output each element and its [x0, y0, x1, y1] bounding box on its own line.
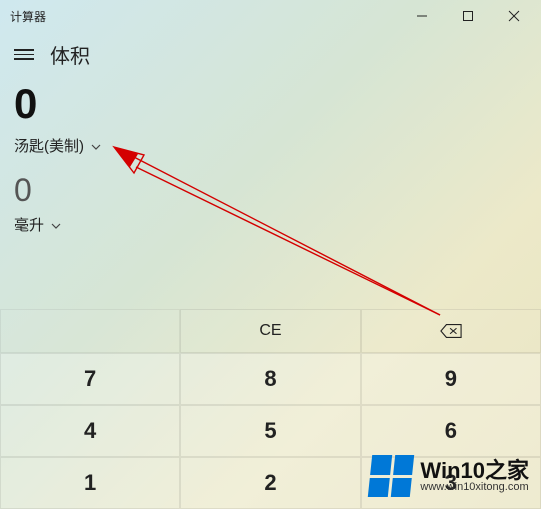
- maximize-button[interactable]: [445, 0, 491, 32]
- backspace-button[interactable]: [361, 309, 541, 353]
- key-1[interactable]: 1: [0, 457, 180, 509]
- maximize-icon: [462, 10, 474, 22]
- minimize-button[interactable]: [399, 0, 445, 32]
- minimize-icon: [416, 10, 428, 22]
- backspace-icon: [440, 323, 462, 339]
- key-6[interactable]: 6: [361, 405, 541, 457]
- output-unit-select[interactable]: 毫升: [14, 214, 62, 235]
- input-value[interactable]: 0: [14, 83, 527, 125]
- key-5[interactable]: 5: [180, 405, 360, 457]
- watermark-sub: www.win10xitong.com: [420, 482, 529, 493]
- windows-logo-icon: [368, 455, 414, 497]
- key-4[interactable]: 4: [0, 405, 180, 457]
- watermark-main: Win10之家: [420, 460, 529, 482]
- page-title: 体积: [50, 40, 90, 69]
- close-button[interactable]: [491, 0, 537, 32]
- window-titlebar: 计算器: [0, 0, 541, 32]
- key-2[interactable]: 2: [180, 457, 360, 509]
- output-value[interactable]: 0: [14, 174, 527, 206]
- output-unit-label: 毫升: [14, 214, 44, 235]
- chevron-down-icon: [90, 140, 102, 152]
- conversion-area: 0 汤匙(美制) 0 毫升: [0, 79, 541, 241]
- input-unit-label: 汤匙(美制): [14, 135, 84, 156]
- close-icon: [508, 10, 520, 22]
- chevron-down-icon: [50, 219, 62, 231]
- key-blank: [0, 309, 180, 353]
- watermark: Win10之家 www.win10xitong.com: [364, 451, 535, 501]
- key-9[interactable]: 9: [361, 353, 541, 405]
- window-title: 计算器: [10, 8, 46, 25]
- app-header: 体积: [0, 32, 541, 79]
- clear-entry-button[interactable]: CE: [180, 309, 360, 353]
- window-controls: [399, 0, 537, 32]
- key-8[interactable]: 8: [180, 353, 360, 405]
- input-unit-select[interactable]: 汤匙(美制): [14, 135, 102, 156]
- hamburger-menu-icon[interactable]: [14, 49, 34, 60]
- key-7[interactable]: 7: [0, 353, 180, 405]
